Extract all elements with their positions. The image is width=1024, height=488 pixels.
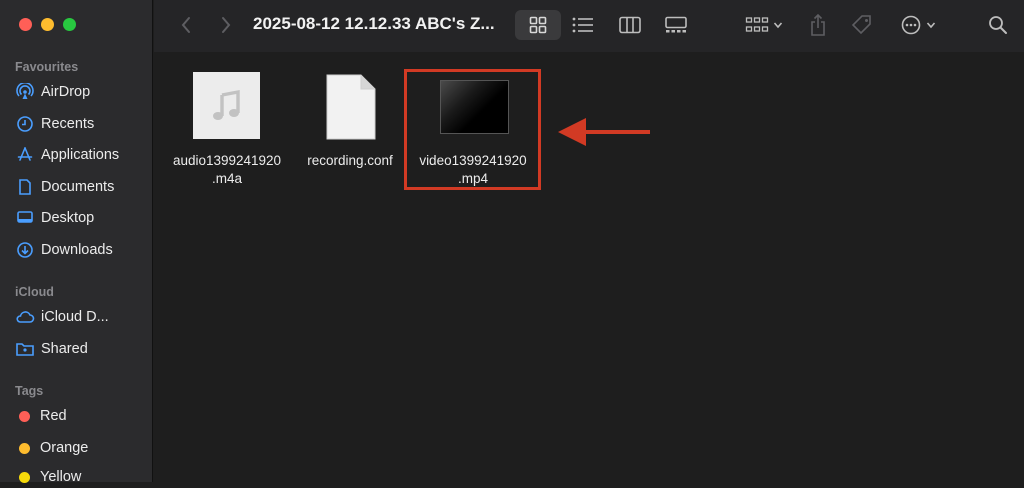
tag-yellow-dot (19, 471, 30, 483)
sidebar-item-label: iCloud D... (41, 309, 109, 325)
sidebar-item-icloud-drive[interactable]: iCloud D... (15, 306, 109, 328)
sidebar-item-documents[interactable]: Documents (15, 176, 114, 198)
list-view-button[interactable] (571, 15, 595, 35)
share-icon (811, 13, 825, 36)
tag-icon (851, 15, 871, 35)
tags-button[interactable] (849, 13, 875, 37)
window-title: 2025-08-12 12.12.33 ABC's Z... (253, 14, 495, 33)
sidebar-item-label: Orange (40, 440, 89, 456)
ellipsis-circle-icon (901, 15, 920, 35)
column-view-button[interactable] (617, 15, 643, 35)
icon-view-button[interactable] (526, 15, 550, 35)
sidebar-item-label: Applications (41, 147, 120, 163)
sidebar-tag-red[interactable]: Red (15, 405, 67, 427)
sidebar-item-recents[interactable]: Recents (15, 113, 94, 135)
tag-orange-dot (19, 442, 30, 454)
file-label: audio1399241920 .m4a (162, 152, 292, 188)
sidebar-item-applications[interactable]: Applications (15, 144, 119, 166)
sidebar-item-label: Red (40, 408, 67, 424)
list-icon (572, 17, 593, 33)
group-by-button[interactable] (743, 14, 785, 36)
document-icon (15, 177, 35, 197)
download-icon (15, 240, 35, 260)
desktop-icon (15, 208, 35, 228)
sidebar-item-label: Documents (41, 179, 115, 195)
cloud-icon (15, 307, 35, 327)
sidebar: Favourites AirDrop Recents Applications … (0, 0, 153, 485)
zoom-button[interactable] (63, 18, 76, 31)
sidebar-item-label: Downloads (41, 242, 113, 258)
chevron-down-icon (773, 22, 783, 29)
sidebar-item-label: Shared (41, 341, 88, 357)
sidebar-item-label: Desktop (41, 210, 95, 226)
file-name-line1: recording.conf (307, 153, 393, 168)
forward-button[interactable] (216, 14, 236, 36)
sidebar-item-downloads[interactable]: Downloads (15, 239, 113, 261)
window-controls (19, 18, 76, 31)
chevron-down-icon (926, 22, 935, 29)
sidebar-item-label: Recents (41, 116, 95, 132)
applications-icon (15, 145, 35, 165)
sidebar-tag-yellow[interactable]: Yellow (15, 466, 81, 488)
airdrop-icon (15, 82, 35, 102)
search-button[interactable] (986, 14, 1010, 36)
gallery-view-button[interactable] (662, 15, 690, 35)
group-grid-icon (745, 17, 769, 32)
section-title-icloud: iCloud (15, 285, 54, 299)
sidebar-item-label: Yellow (40, 469, 82, 485)
grid-icon (529, 16, 547, 34)
sidebar-item-label: AirDrop (41, 84, 91, 100)
close-button[interactable] (19, 18, 32, 31)
section-title-tags: Tags (15, 384, 44, 398)
clock-icon (15, 114, 35, 134)
share-button[interactable] (806, 12, 830, 38)
file-name-line1: audio1399241920 (172, 153, 282, 168)
sidebar-item-airdrop[interactable]: AirDrop (15, 81, 90, 103)
shared-folder-icon (15, 339, 35, 359)
file-label: recording.conf (285, 152, 415, 170)
columns-icon (619, 16, 641, 34)
section-title-favourites: Favourites (15, 60, 79, 74)
sidebar-tag-orange[interactable]: Orange (15, 437, 88, 459)
tag-red-dot (19, 410, 30, 422)
back-button[interactable] (176, 14, 196, 36)
sidebar-item-desktop[interactable]: Desktop (15, 207, 94, 229)
annotation-highlight-box (404, 69, 541, 190)
annotation-arrow-icon (556, 112, 652, 157)
more-actions-button[interactable] (896, 14, 940, 36)
chevron-right-icon (222, 17, 231, 33)
music-file-icon (193, 72, 260, 139)
file-name-line2: .m4a (211, 171, 242, 186)
chevron-left-icon (181, 17, 190, 33)
sidebar-item-shared[interactable]: Shared (15, 338, 88, 360)
gallery-icon (665, 16, 687, 33)
blank-file-icon (325, 73, 377, 146)
minimize-button[interactable] (41, 18, 54, 31)
search-icon (989, 16, 1007, 34)
